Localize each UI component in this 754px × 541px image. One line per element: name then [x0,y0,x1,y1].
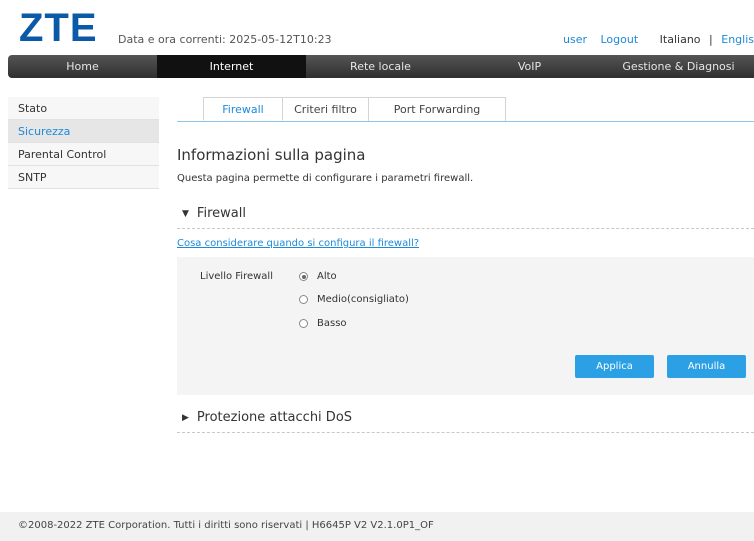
nav-voip[interactable]: VoIP [455,55,604,78]
user-link[interactable]: user [563,33,587,46]
tab-criteri-filtro[interactable]: Criteri filtro [283,97,369,121]
radio-option-alto[interactable]: Alto [299,271,337,282]
radio-button-checked[interactable] [299,272,308,281]
zte-logo: ZTE [19,6,98,50]
main-nav: Home Internet Rete locale VoIP Gestione … [8,55,754,78]
firewall-section-title: Firewall [196,206,246,221]
section-divider [177,228,754,229]
current-datetime: Data e ora correnti: 2025-05-12T10:23 [118,33,332,46]
logout-link[interactable]: Logout [601,33,639,46]
radio-label-alto: Alto [317,271,337,282]
expand-arrow-icon: ▶ [182,413,189,423]
radio-label-basso: Basso [317,318,347,329]
sidebar-item-sntp[interactable]: SNTP [8,166,159,189]
sidebar-item-stato[interactable]: Stato [8,97,159,120]
nav-internet[interactable]: Internet [157,55,306,78]
radio-label-medio: Medio(consigliato) [317,294,409,305]
nav-rete-locale[interactable]: Rete locale [306,55,455,78]
sidebar-item-parental-control[interactable]: Parental Control [8,143,159,166]
sub-tabs: Firewall Criteri filtro Port Forwarding [203,97,506,122]
tab-port-forwarding[interactable]: Port Forwarding [369,97,506,121]
radio-option-basso[interactable]: Basso [299,318,347,329]
sidebar-item-sicurezza[interactable]: Sicurezza [8,120,159,143]
firewall-help-link[interactable]: Cosa considerare quando si configura il … [177,238,419,249]
footer-copyright: ©2008-2022 ZTE Corporation. Tutti i diri… [18,520,434,531]
tab-underline [177,121,754,122]
nav-gestione-diagnosi[interactable]: Gestione & Diagnosi [604,55,753,78]
sidebar: Stato Sicurezza Parental Control SNTP [8,97,159,189]
firewall-level-label: Livello Firewall [200,271,273,282]
radio-option-medio[interactable]: Medio(consigliato) [299,294,409,305]
collapse-arrow-icon: ▼ [182,209,189,219]
language-italiano[interactable]: Italiano [660,33,701,46]
tab-firewall[interactable]: Firewall [203,97,283,121]
language-separator: | [709,33,713,46]
firewall-section-header[interactable]: ▼ Firewall [182,206,246,221]
radio-button[interactable] [299,295,308,304]
cancel-button[interactable]: Annulla [667,355,746,378]
page-description: Questa pagina permette di configurare i … [177,173,474,184]
page-title: Informazioni sulla pagina [177,146,366,164]
dos-section-title: Protezione attacchi DoS [196,410,353,425]
nav-home[interactable]: Home [8,55,157,78]
apply-button[interactable]: Applica [575,355,654,378]
section-divider [177,432,754,433]
language-english[interactable]: Englis [721,33,754,46]
dos-section-header[interactable]: ▶ Protezione attacchi DoS [182,410,352,425]
top-links: user Logout Italiano | Englis [563,33,754,46]
footer: ©2008-2022 ZTE Corporation. Tutti i diri… [0,512,754,541]
radio-button[interactable] [299,319,308,328]
